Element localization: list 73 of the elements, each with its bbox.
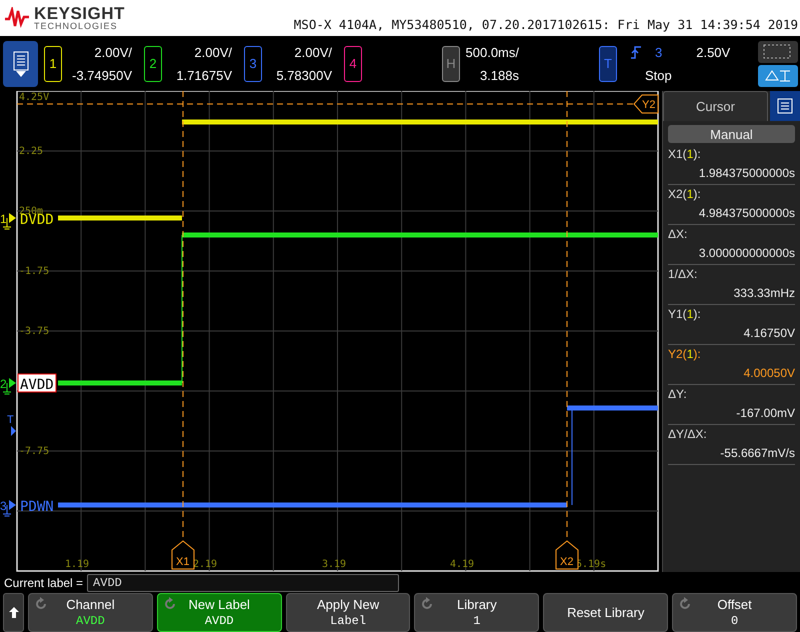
menu-button[interactable] (3, 40, 38, 86)
channel-button[interactable]: 3 (244, 46, 262, 82)
reading-value: -55.6667mV/s (719, 445, 795, 462)
channel-label: PDWN (20, 499, 54, 515)
axis-label: 4.25V (19, 92, 50, 103)
run-state: Stop (645, 68, 673, 82)
channel-marker[interactable] (2, 500, 16, 516)
channel-number: 3 (0, 499, 7, 513)
axis-label: -7.75 (19, 446, 50, 457)
channel-button[interactable]: 4 (344, 46, 362, 82)
channel-button[interactable]: 2 (144, 46, 162, 82)
channel-scale: 2.00V/ (194, 44, 232, 60)
label-field[interactable]: AVDD (87, 574, 400, 592)
channel-offset: -3.74950V (72, 68, 132, 82)
channel-button[interactable]: 1 (44, 46, 62, 82)
mode-button[interactable]: Manual (668, 125, 795, 143)
horizontal-button[interactable]: H (442, 46, 460, 82)
reading-label: Y1(1): (668, 306, 702, 323)
axis-label: 3.19 (322, 559, 346, 570)
caret-icon (16, 70, 26, 76)
reading-value: 333.33mHz (732, 285, 795, 302)
cursor-mode-icon[interactable] (758, 64, 798, 86)
axis-label: -3.75 (19, 326, 50, 337)
reading-value: 1.984375000000s (698, 165, 795, 182)
axis-label: 2.25 (19, 146, 44, 157)
reading-label: Y2(1): (668, 346, 702, 363)
reading-label: X1(1): (668, 146, 702, 163)
trigger-source: 3 (655, 44, 662, 60)
channel-offset: 5.78300V (276, 68, 332, 82)
reading-label: ΔY: (668, 386, 688, 403)
channel-scale: 2.00V/ (294, 44, 332, 60)
axis-label: -1.75 (19, 266, 50, 277)
zoom-box-icon[interactable] (758, 40, 798, 62)
channel-number: 2 (0, 377, 7, 391)
softkey-button[interactable]: New Label AVDD (156, 593, 282, 632)
reading-value: 4.16750V (742, 325, 795, 342)
softkey-button[interactable]: Apply New Label (286, 593, 410, 632)
channel-marker[interactable] (2, 378, 16, 394)
reading-value: 4.00050V (742, 365, 795, 382)
reading-value: 3.000000000000s (698, 245, 795, 262)
axis-label: 4.19 (450, 559, 474, 570)
menu-icon[interactable] (777, 98, 793, 114)
channel-number: 1 (0, 212, 7, 226)
softkey-button[interactable]: Library 1 (414, 593, 540, 632)
reading-value: 4.984375000000s (698, 205, 795, 222)
brand-subtitle: TECHNOLOGIES (34, 22, 119, 31)
trigger-level: 2.50V (696, 44, 730, 60)
time-delay: 3.188s (480, 68, 519, 82)
axis-label: 1.19 (65, 559, 90, 570)
channel-marker[interactable] (2, 213, 16, 230)
reading-value: -167.00mV (735, 405, 795, 422)
logo-icon (4, 7, 30, 29)
up-button[interactable] (3, 593, 24, 632)
reading-label: X2(1): (668, 186, 702, 203)
reading-label: ΔX: (668, 226, 688, 243)
menu-icon (12, 50, 28, 70)
channel-offset: 1.71675V (176, 68, 232, 82)
rising-edge-icon (631, 46, 641, 58)
reading-label: 1/ΔX: (668, 266, 698, 283)
trigger-marker: T (7, 414, 14, 426)
brand-name: KEYSIGHT (34, 5, 125, 22)
up-arrow-icon (8, 607, 18, 618)
cursor-tab[interactable]: Cursor (663, 91, 768, 121)
softkey-button[interactable]: Channel AVDD (28, 593, 153, 632)
current-label-caption: Current label = (4, 576, 84, 590)
axis-label: 2.19 (193, 559, 218, 570)
softkey-button[interactable]: Offset 0 (672, 593, 797, 632)
time-scale: 500.0ms/ (466, 44, 519, 60)
channel-label: AVDD (18, 374, 56, 393)
instrument-info: MSO-X 4104A, MY53480510, 07.20.2017102615: Fri May 31 14:39:54 2019 (294, 16, 798, 32)
softkey-button[interactable]: Reset Library (543, 593, 668, 632)
reading-label: ΔY/ΔX: (668, 426, 708, 443)
channel-scale: 2.00V/ (94, 44, 132, 60)
